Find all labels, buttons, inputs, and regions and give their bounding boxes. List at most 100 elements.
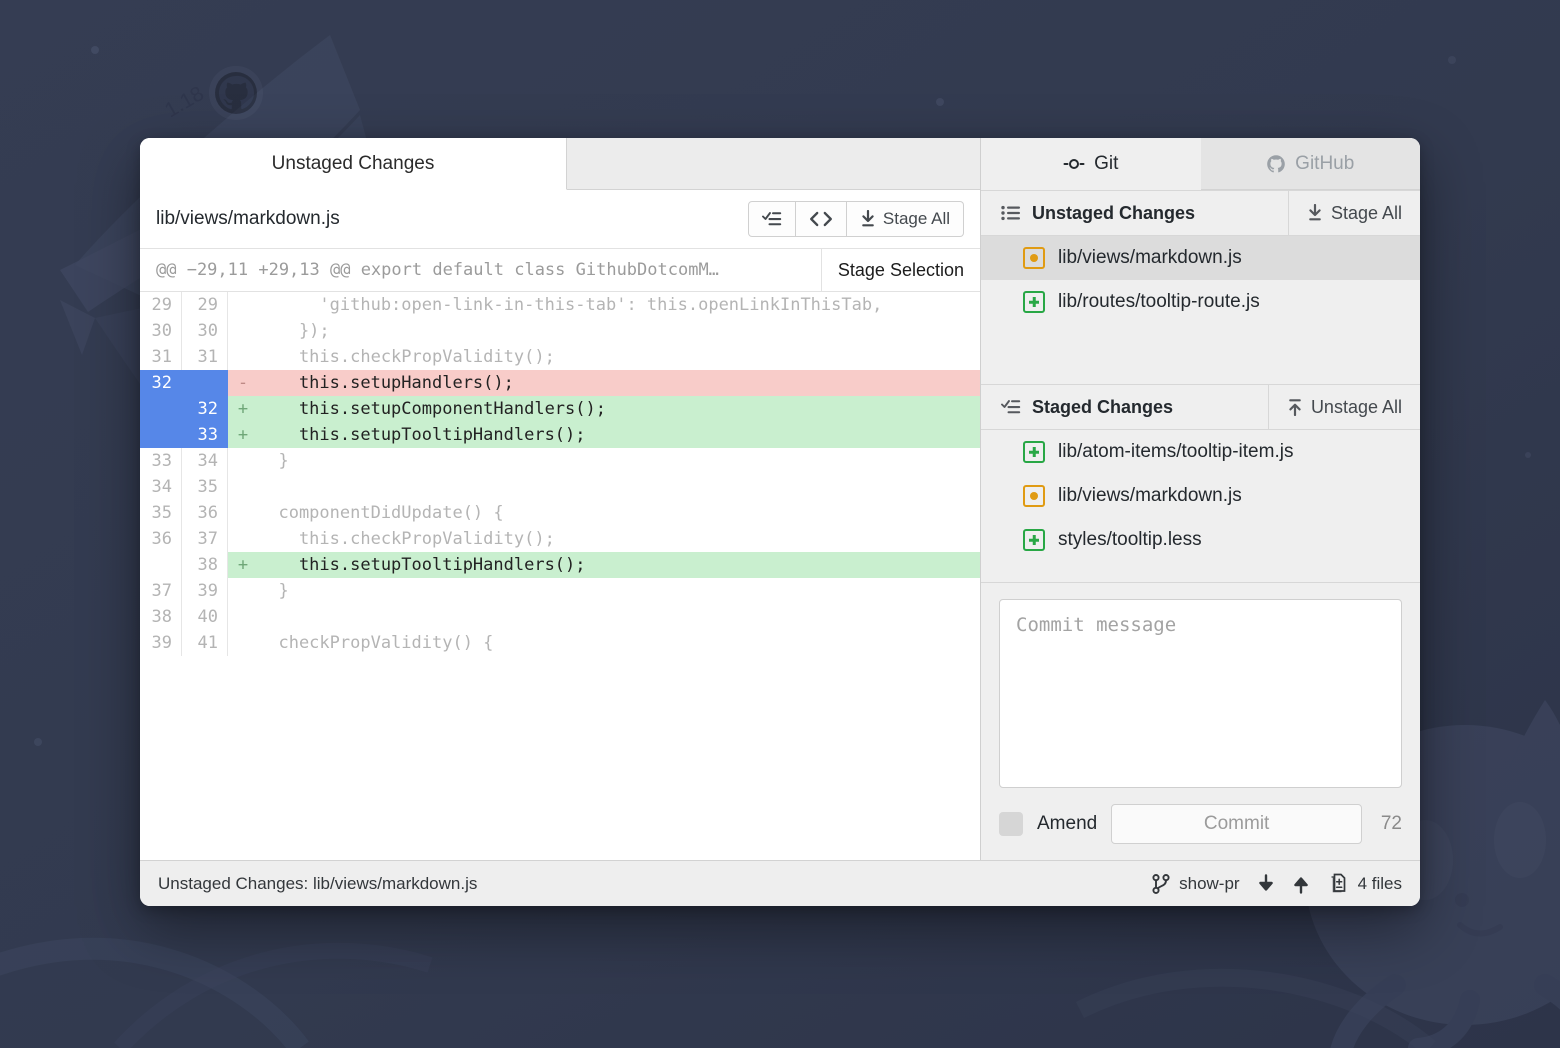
diff-row[interactable]: 3435 — [140, 474, 980, 500]
diff-row[interactable]: 3739 } — [140, 578, 980, 604]
amend-checkbox[interactable] — [999, 812, 1023, 836]
tab-git[interactable]: Git — [981, 138, 1201, 190]
unstaged-section-header: Unstaged Changes Stage All — [981, 190, 1420, 236]
diff-code-text: 'github:open-link-in-this-tab': this.ope… — [258, 292, 980, 318]
diff-row[interactable]: 3334 } — [140, 448, 980, 474]
file-added-icon — [1023, 529, 1045, 551]
diff-new-line-number[interactable]: 34 — [182, 448, 228, 474]
status-bar-right: show-pr — [1152, 873, 1402, 895]
diff-body[interactable]: 2929 'github:open-link-in-this-tab': thi… — [140, 292, 980, 860]
diff-old-line-number[interactable]: 37 — [140, 578, 182, 604]
diff-code-text — [258, 604, 980, 630]
diff-old-line-number[interactable] — [140, 396, 182, 422]
diff-new-line-number[interactable]: 32 — [182, 396, 228, 422]
diff-new-line-number[interactable]: 41 — [182, 630, 228, 656]
diff-row[interactable]: 33+ this.setupTooltipHandlers(); — [140, 422, 980, 448]
stage-selection-label: Stage Selection — [838, 260, 964, 281]
file-list-item[interactable]: lib/views/markdown.js — [981, 474, 1420, 518]
tab-label: Unstaged Changes — [272, 153, 435, 175]
window-body: Unstaged Changes lib/views/markdown.js — [140, 138, 1420, 860]
branch-indicator[interactable]: show-pr — [1152, 874, 1239, 894]
diff-old-line-number[interactable]: 36 — [140, 526, 182, 552]
commit-button[interactable]: Commit — [1111, 804, 1362, 844]
diff-old-line-number[interactable] — [140, 552, 182, 578]
diff-new-line-number[interactable]: 35 — [182, 474, 228, 500]
diff-origin-marker — [228, 318, 258, 344]
unstaged-file-list[interactable]: lib/views/markdown.js lib/routes/tooltip-… — [981, 236, 1420, 384]
file-list-item[interactable]: lib/views/markdown.js — [981, 236, 1420, 280]
diff-new-line-number[interactable]: 37 — [182, 526, 228, 552]
status-bar: Unstaged Changes: lib/views/markdown.js … — [140, 860, 1420, 906]
diff-row[interactable]: 3840 — [140, 604, 980, 630]
file-list-item[interactable]: lib/atom-items/tooltip-item.js — [981, 430, 1420, 474]
unstage-all-label: Unstage All — [1311, 397, 1402, 418]
commit-area: Amend Commit 72 — [981, 582, 1420, 860]
file-added-icon — [1023, 291, 1045, 313]
diff-code-text: } — [258, 578, 980, 604]
diff-old-line-number[interactable]: 33 — [140, 448, 182, 474]
diff-new-line-number[interactable]: 36 — [182, 500, 228, 526]
diff-row[interactable]: 32+ this.setupComponentHandlers(); — [140, 396, 980, 422]
application-window: Unstaged Changes lib/views/markdown.js — [140, 138, 1420, 906]
diff-new-line-number[interactable]: 38 — [182, 552, 228, 578]
diff-code-text: this.checkPropValidity(); — [258, 344, 980, 370]
unstage-all-button[interactable]: Unstage All — [1268, 385, 1420, 429]
diff-old-line-number[interactable] — [140, 422, 182, 448]
diff-old-line-number[interactable]: 35 — [140, 500, 182, 526]
diff-old-line-number[interactable]: 29 — [140, 292, 182, 318]
diff-old-line-number[interactable]: 31 — [140, 344, 182, 370]
tab-bar-empty-area — [567, 138, 980, 189]
unstaged-section-title-wrap: Unstaged Changes — [981, 191, 1288, 235]
file-path-title: lib/views/markdown.js — [156, 208, 748, 230]
diff-code-text: }); — [258, 318, 980, 344]
commit-message-input[interactable] — [999, 599, 1402, 788]
push-button[interactable] — [1292, 874, 1310, 894]
pull-button[interactable] — [1257, 874, 1275, 894]
diff-row[interactable]: 3941 checkPropValidity() { — [140, 630, 980, 656]
unstaged-stage-all-button[interactable]: Stage All — [1288, 191, 1420, 235]
diff-new-line-number[interactable]: 31 — [182, 344, 228, 370]
diff-row[interactable]: 32- this.setupHandlers(); — [140, 370, 980, 396]
staged-file-list[interactable]: lib/atom-items/tooltip-item.js lib/views/… — [981, 430, 1420, 582]
staged-section-title-wrap: Staged Changes — [981, 385, 1268, 429]
file-path-label: lib/views/markdown.js — [1058, 485, 1242, 507]
diff-code-text: this.setupTooltipHandlers(); — [258, 552, 980, 578]
diff-row[interactable]: 3536 componentDidUpdate() { — [140, 500, 980, 526]
diff-old-line-number[interactable]: 34 — [140, 474, 182, 500]
stage-all-button[interactable]: Stage All — [847, 201, 964, 237]
file-modified-icon — [1023, 247, 1045, 269]
diff-row[interactable]: 2929 'github:open-link-in-this-tab': thi… — [140, 292, 980, 318]
stage-selection-button[interactable]: Stage Selection — [821, 249, 980, 291]
toggle-selection-mode-button[interactable] — [748, 201, 796, 237]
changed-files-indicator[interactable]: 4 files — [1327, 873, 1402, 895]
file-list-item[interactable]: styles/tooltip.less — [981, 518, 1420, 562]
diff-new-line-number[interactable]: 40 — [182, 604, 228, 630]
hunk-header-text: @@ −29,11 +29,13 @@ export default class… — [140, 249, 821, 291]
file-list-item[interactable]: lib/routes/tooltip-route.js — [981, 280, 1420, 324]
diff-row[interactable]: 3030 }); — [140, 318, 980, 344]
diff-origin-marker: - — [228, 370, 258, 396]
file-path-label: styles/tooltip.less — [1058, 529, 1202, 551]
diff-old-line-number[interactable]: 32 — [140, 370, 182, 396]
arrow-down-icon — [1257, 874, 1275, 894]
diff-new-line-number[interactable] — [182, 370, 228, 396]
toggle-diff-view-button[interactable] — [796, 201, 847, 237]
diff-old-line-number[interactable]: 38 — [140, 604, 182, 630]
file-path-label: lib/routes/tooltip-route.js — [1058, 291, 1260, 313]
diff-row[interactable]: 3131 this.checkPropValidity(); — [140, 344, 980, 370]
tab-unstaged-changes[interactable]: Unstaged Changes — [140, 138, 567, 190]
diff-row[interactable]: 38+ this.setupTooltipHandlers(); — [140, 552, 980, 578]
diff-new-line-number[interactable]: 30 — [182, 318, 228, 344]
diff-new-line-number[interactable]: 29 — [182, 292, 228, 318]
commit-char-count: 72 — [1376, 813, 1402, 835]
download-arrow-icon — [1307, 204, 1323, 222]
tab-github[interactable]: GitHub — [1201, 138, 1421, 190]
file-path-label: lib/views/markdown.js — [1058, 247, 1242, 269]
diff-origin-marker — [228, 500, 258, 526]
diff-new-line-number[interactable]: 39 — [182, 578, 228, 604]
diff-old-line-number[interactable]: 30 — [140, 318, 182, 344]
diff-new-line-number[interactable]: 33 — [182, 422, 228, 448]
diff-row[interactable]: 3637 this.checkPropValidity(); — [140, 526, 980, 552]
tab-github-label: GitHub — [1295, 153, 1354, 175]
diff-old-line-number[interactable]: 39 — [140, 630, 182, 656]
